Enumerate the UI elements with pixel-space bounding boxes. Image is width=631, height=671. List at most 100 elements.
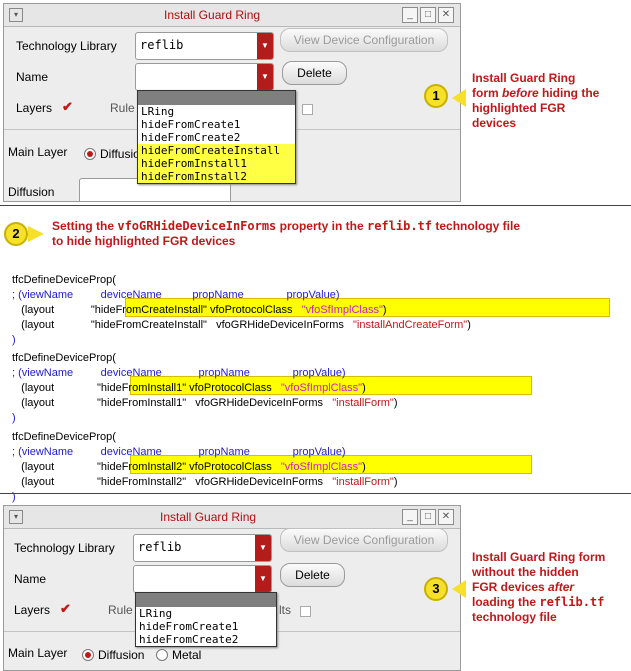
code-semi: ; — [12, 446, 16, 458]
delete-button[interactable]: Delete — [280, 563, 345, 587]
diffusion-radio[interactable] — [82, 649, 94, 661]
code-token: ) — [467, 319, 471, 331]
list-item[interactable]: hideFromInstall2 — [138, 170, 295, 183]
code-token: "hideFromInstall2" — [97, 476, 187, 488]
layers-label: Layers — [14, 603, 51, 617]
metal-radio[interactable] — [156, 649, 168, 661]
code-block-1: tfcDefineDeviceProp( ; (viewName deviceN… — [12, 258, 471, 348]
callout2-note: Setting the vfoGRHideDeviceInForms prope… — [52, 219, 622, 249]
code-token: (layout — [21, 382, 55, 394]
window-title: Install Guard Ring — [164, 8, 261, 22]
maximize-icon[interactable]: □ — [420, 7, 436, 23]
minimize-icon[interactable]: _ — [402, 7, 418, 23]
rules-label: Rule — [108, 603, 133, 617]
code-header: ; (viewName deviceName propName propValu… — [12, 446, 346, 458]
tech-lib-value: reflib — [138, 540, 182, 554]
code-header-text: (viewName deviceName propName propValue) — [18, 367, 346, 379]
chevron-down-icon[interactable]: ▼ — [255, 566, 271, 592]
diffusion-radio[interactable] — [84, 148, 96, 160]
chevron-down-icon[interactable]: ▼ — [257, 33, 273, 59]
list-item[interactable]: hideFromCreate1 — [136, 620, 276, 633]
top-title-bar: ▾ Install Guard Ring _ □ ✕ — [4, 4, 460, 27]
note-line: highlighted FGR — [472, 101, 566, 115]
name-combo[interactable]: ▼ — [133, 565, 272, 593]
window-title: Install Guard Ring — [160, 510, 257, 524]
bottom-title-bar: ▾ Install Guard Ring _ □ ✕ — [4, 506, 460, 529]
code-token: "hideFromCreateInstall" — [90, 319, 207, 331]
list-item[interactable]: hideFromCreate1 — [138, 118, 295, 131]
chevron-down-icon[interactable]: ▼ — [257, 64, 273, 90]
code-token: vfoProtocolClass — [206, 304, 293, 316]
note-line: to hide highlighted FGR devices — [52, 234, 236, 248]
code-fn: tfcDefineDeviceProp( — [12, 352, 116, 364]
results-label: lts — [279, 603, 291, 617]
chevron-down-icon[interactable]: ▼ — [255, 535, 271, 561]
tech-lib-label: Technology Library — [16, 39, 117, 53]
dropdown-header — [136, 593, 276, 607]
code-token: "vfoSfImplClass" — [280, 461, 363, 473]
diffusion-radio-label: Diffusion — [98, 648, 145, 662]
diffusion-radio-label: Diffusio — [100, 147, 140, 161]
code-token: "vfoSfImplClass" — [280, 382, 363, 394]
code-token: (layout — [21, 304, 55, 316]
layers-checkbox[interactable]: ✔ — [60, 601, 71, 617]
note-emphasis: before — [502, 86, 539, 100]
note-line: Install Guard Ring form — [472, 550, 606, 564]
tech-lib-label: Technology Library — [14, 541, 115, 555]
code-token: (layout — [21, 397, 55, 409]
layers-label: Layers — [16, 101, 53, 115]
close-icon[interactable]: ✕ — [438, 7, 454, 23]
callout1-note: Install Guard Ring form before hiding th… — [472, 71, 627, 131]
view-device-config-button[interactable]: View Device Configuration — [280, 528, 448, 552]
divider — [0, 205, 631, 206]
list-item[interactable]: hideFromCreate2 — [136, 633, 276, 646]
delete-button[interactable]: Delete — [282, 61, 347, 85]
layers-checkbox[interactable]: ✔ — [62, 99, 73, 115]
name-label: Name — [16, 70, 49, 84]
list-item[interactable]: hideFromInstall1 — [138, 157, 295, 170]
code-token: "installForm" — [332, 476, 394, 488]
code-header-text: (viewName deviceName propName propValue) — [18, 289, 340, 301]
list-item[interactable]: LRing — [138, 105, 295, 118]
minimize-icon[interactable]: _ — [402, 509, 418, 525]
list-item[interactable]: hideFromCreate2 — [138, 131, 295, 144]
code-token: "hideFromInstall1" — [97, 397, 187, 409]
name-label: Name — [14, 572, 47, 586]
code-token: vfoGRHideDeviceInForms — [195, 476, 324, 488]
callout-arrow — [452, 580, 466, 598]
note-code: reflib.tf — [539, 595, 605, 609]
name-combo[interactable]: ▼ — [135, 63, 274, 91]
code-token: ) — [393, 476, 398, 488]
note-line: without the hidden — [472, 565, 579, 579]
code-token: (layout — [21, 319, 55, 331]
tech-lib-combo[interactable]: reflib ▼ — [133, 534, 272, 562]
results-checkbox[interactable] — [300, 606, 311, 617]
maximize-icon[interactable]: □ — [420, 509, 436, 525]
close-icon[interactable]: ✕ — [438, 509, 454, 525]
note-line: technology file — [432, 219, 521, 233]
list-item[interactable]: hideFromCreateInstall — [138, 144, 295, 157]
rules-label: Rule — [110, 101, 135, 115]
note-emphasis: after — [548, 580, 575, 594]
tech-lib-combo[interactable]: reflib ▼ — [135, 32, 274, 60]
callout3-note: Install Guard Ring form without the hidd… — [472, 550, 630, 625]
code-token: vfoProtocolClass — [186, 382, 272, 394]
note-line: loading the — [472, 595, 540, 609]
results-checkbox[interactable] — [302, 104, 313, 115]
diffusion-label: Diffusion — [8, 185, 55, 199]
main-layer-label: Main Layer — [8, 646, 68, 660]
code-block-2: tfcDefineDeviceProp( ; (viewName deviceN… — [12, 336, 398, 426]
window-menu-icon[interactable]: ▾ — [9, 8, 23, 22]
name-dropdown-list[interactable]: LRing hideFromCreate1 hideFromCreate2 — [135, 592, 277, 647]
name-dropdown-list[interactable]: LRing hideFromCreate1 hideFromCreate2 hi… — [137, 90, 296, 184]
list-item[interactable]: LRing — [136, 607, 276, 620]
code-token: "hideFromInstall2" — [97, 461, 187, 473]
code-header: ; (viewName deviceName propName propValu… — [12, 289, 339, 301]
note-line: technology file — [472, 610, 557, 624]
code-semi: ; — [12, 367, 16, 379]
note-line: FGR devices — [472, 580, 549, 594]
code-fn: tfcDefineDeviceProp( — [12, 274, 116, 286]
window-menu-icon[interactable]: ▾ — [9, 510, 23, 524]
view-device-config-button[interactable]: View Device Configuration — [280, 28, 448, 52]
callout-arrow — [28, 226, 44, 242]
